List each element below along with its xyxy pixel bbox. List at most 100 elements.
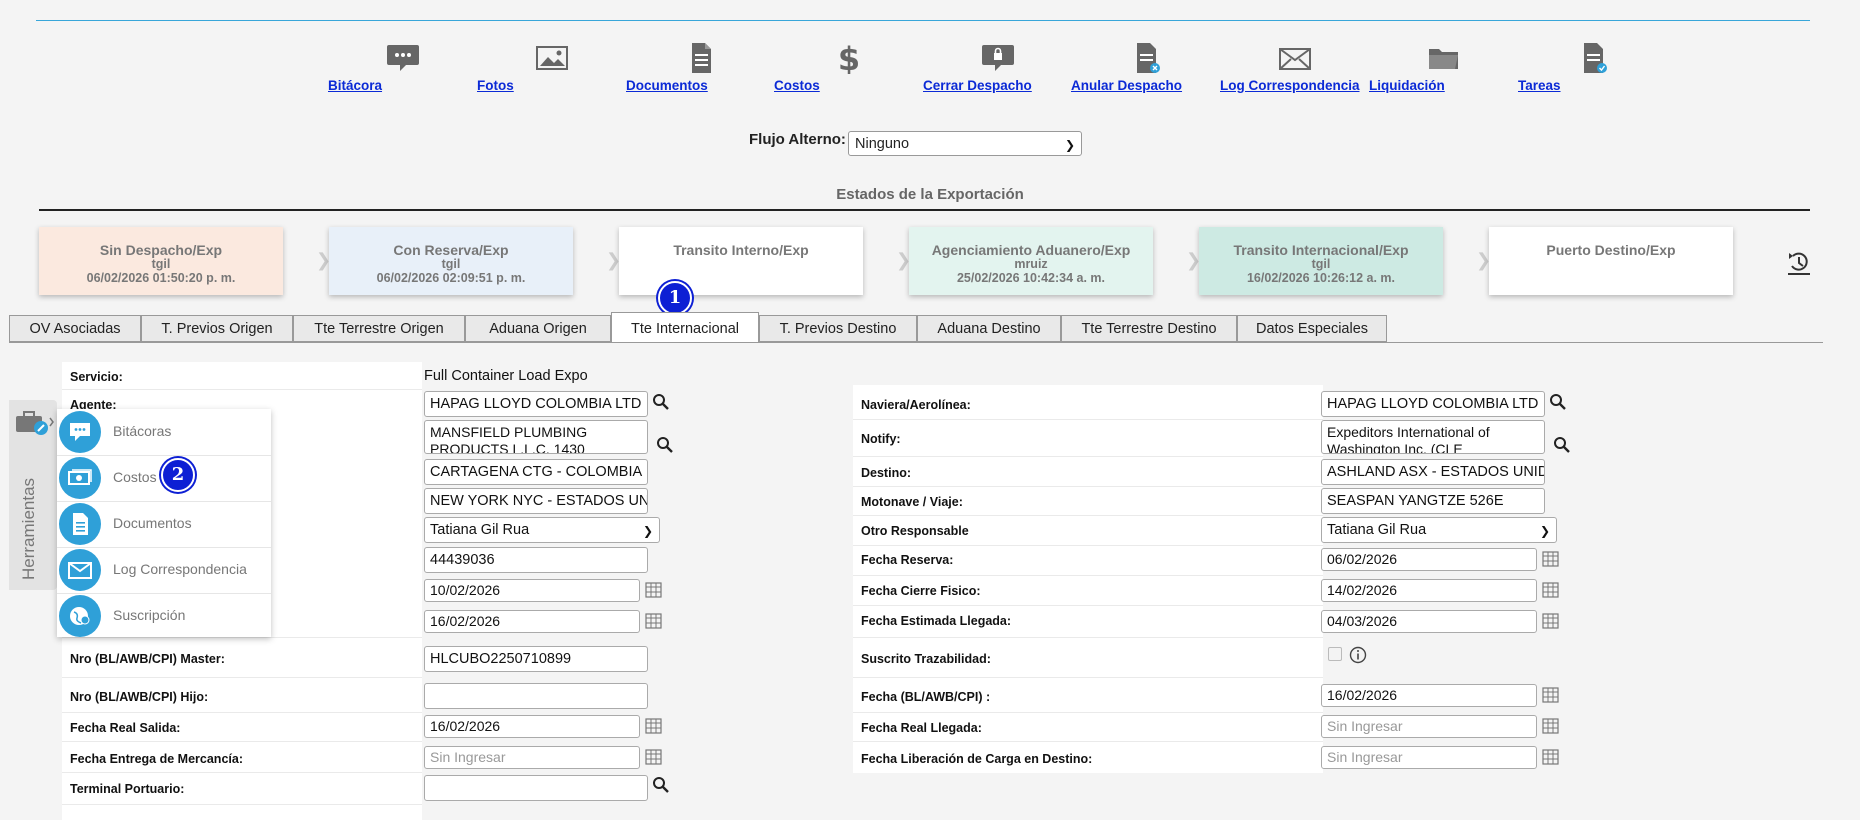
toolbar-label[interactable]: Fotos [477,78,514,94]
toolbar-cerrar-despacho[interactable]: Cerrar Despacho [923,42,1073,93]
fecha-reserva-input[interactable]: 06/02/2026 [1321,548,1537,571]
calendar-icon[interactable] [645,749,662,765]
toolbox-icon [16,411,54,435]
otro-responsable-label: Otro Responsable [861,524,969,538]
otro-responsable-select[interactable]: Tatiana Gil Rua ❯ [1321,517,1557,543]
info-icon[interactable] [1349,646,1367,664]
fecha-bl-input[interactable]: 16/02/2026 [1321,684,1537,707]
state-card-sin-despacho[interactable]: Sin Despacho/Exp tgil 06/02/2026 01:50:2… [39,227,283,295]
flujo-alterno-label: Flujo Alterno: [749,131,846,148]
calendar-icon[interactable] [645,613,662,629]
calendar-icon[interactable] [1542,613,1559,629]
origen-input[interactable]: CARTAGENA CTG - COLOMBIA [424,459,648,485]
fecha-2-input[interactable]: 16/02/2026 [424,610,640,633]
search-icon[interactable] [1549,393,1567,411]
row-divider [62,772,422,773]
hijo-input[interactable] [424,683,648,709]
state-card-transito-internacional[interactable]: Transito Internacional/Exp tgil 16/02/20… [1199,227,1443,295]
fecha-1-input[interactable]: 10/02/2026 [424,579,640,602]
toolbar-label[interactable]: Liquidación [1369,78,1445,94]
search-icon[interactable] [656,436,674,454]
real-llegada-label: Fecha Real Llegada: [861,721,982,735]
herramientas-item-documentos[interactable]: Documentos [57,501,271,548]
step-badge-1: 1 [658,281,692,315]
toolbar-label[interactable]: Documentos [626,78,708,94]
toolbar-documentos[interactable]: Documentos [626,42,776,93]
tab-aduana-origen[interactable]: Aduana Origen [465,315,611,342]
calendar-icon[interactable] [645,718,662,734]
fecha-estimada-input[interactable]: 04/03/2026 [1321,610,1537,633]
herramientas-menu: Bitácoras Costos Documentos Log Correspo… [57,409,271,637]
toolbar-bitacora[interactable]: Bitácora [328,42,478,93]
responsable-select[interactable]: Tatiana Gil Rua ❯ [424,517,660,543]
calendar-icon[interactable] [1542,718,1559,734]
toolbar-label[interactable]: Bitácora [328,78,382,94]
toolbar-label[interactable]: Tareas [1518,78,1561,94]
toolbar-anular-despacho[interactable]: Anular Despacho [1071,42,1221,93]
herramientas-tab[interactable]: Herramientas [9,400,57,590]
shipper-textarea[interactable]: MANSFIELD PLUMBING PRODUCTS L.L.C. 1430 [424,420,648,454]
herramientas-item-bitacoras[interactable]: Bitácoras [57,409,271,456]
suscrito-checkbox[interactable] [1328,647,1342,661]
tab-tte-terrestre-destino[interactable]: Tte Terrestre Destino [1061,315,1237,342]
toolbar-label[interactable]: Cerrar Despacho [923,78,1032,94]
liberacion-input[interactable]: Sin Ingresar [1321,746,1537,769]
toolbar-label[interactable]: Log Correspondencia [1220,78,1360,94]
state-card-agenciamiento-aduanero[interactable]: Agenciamiento Aduanero/Exp mruiz 25/02/2… [909,227,1153,295]
calendar-icon[interactable] [1542,582,1559,598]
calendar-icon[interactable] [1542,551,1559,567]
tab-datos-especiales[interactable]: Datos Especiales [1237,315,1387,342]
toolbar-label[interactable]: Anular Despacho [1071,78,1182,94]
agente-input[interactable]: HAPAG LLOYD COLOMBIA LTD [424,391,648,417]
tab-t-previos-origen[interactable]: T. Previos Origen [141,315,293,342]
state-card-transito-interno[interactable]: Transito Interno/Exp [619,227,863,295]
naviera-input[interactable]: HAPAG LLOYD COLOMBIA LTD [1321,391,1545,417]
terminal-input[interactable] [424,775,648,801]
destino-input[interactable]: ASHLAND ASX - ESTADOS UNIDOS [1321,459,1545,485]
search-icon[interactable] [652,776,670,794]
calendar-icon[interactable] [1542,749,1559,765]
tab-t-previos-destino[interactable]: T. Previos Destino [759,315,917,342]
tab-aduana-destino[interactable]: Aduana Destino [917,315,1061,342]
toolbar-fotos[interactable]: Fotos [477,42,627,93]
fecha-bl-label: Fecha (BL/AWB/CPI) : [861,690,991,704]
history-icon[interactable] [1787,250,1811,276]
tab-tte-internacional[interactable]: Tte Internacional [611,312,759,342]
real-salida-input[interactable]: 16/02/2026 [424,715,640,738]
herramientas-item-label: Log Correspondencia [113,561,247,577]
fecha-cierre-label: Fecha Cierre Fisico: [861,584,981,598]
calendar-icon[interactable] [1542,687,1559,703]
chevron-down-icon: ❯ [642,524,653,538]
booking-input[interactable]: 44439036 [424,547,648,573]
toolbar-tareas[interactable]: Tareas [1518,42,1668,93]
herramientas-item-suscripcion[interactable]: Suscripción [57,593,271,639]
row-divider [62,741,422,742]
herramientas-item-log-correspondencia[interactable]: Log Correspondencia [57,547,271,594]
hijo-label: Nro (BL/AWB/CPI) Hijo: [70,690,209,704]
motonave-input[interactable]: SEASPAN YANGTZE 526E [1321,488,1545,514]
real-llegada-input[interactable]: Sin Ingresar [1321,715,1537,738]
tab-ov-asociadas[interactable]: OV Asociadas [9,315,141,342]
flujo-alterno-select[interactable]: Ninguno ❯ [848,131,1082,156]
envelope-icon [68,562,92,579]
notify-textarea[interactable]: Expeditors International of Washington I… [1321,420,1545,454]
toolbar-liquidacion[interactable]: Liquidación [1369,42,1519,93]
puerto-input[interactable]: NEW YORK NYC - ESTADOS UNIDOS [424,488,648,514]
state-card-con-reserva[interactable]: Con Reserva/Exp tgil 06/02/2026 02:09:51… [329,227,573,295]
state-date: 06/02/2026 01:50:20 p. m. [86,271,236,285]
state-date: 06/02/2026 02:09:51 p. m. [376,271,526,285]
calendar-icon[interactable] [645,582,662,598]
search-icon[interactable] [1553,436,1571,454]
toolbar-costos[interactable]: $ Costos [774,42,924,93]
entrega-input[interactable]: Sin Ingresar [424,746,640,769]
fecha-cierre-input[interactable]: 14/02/2026 [1321,579,1537,602]
search-icon[interactable] [652,393,670,411]
estados-divider [39,209,1810,211]
chat-icon [387,45,419,71]
tab-tte-terrestre-origen[interactable]: Tte Terrestre Origen [293,315,465,342]
row-divider [62,804,422,805]
toolbar-log-correspondencia[interactable]: Log Correspondencia [1220,42,1370,93]
state-card-puerto-destino[interactable]: Puerto Destino/Exp [1489,227,1733,295]
master-input[interactable]: HLCUBO2250710899 [424,646,648,672]
toolbar-label[interactable]: Costos [774,78,820,94]
